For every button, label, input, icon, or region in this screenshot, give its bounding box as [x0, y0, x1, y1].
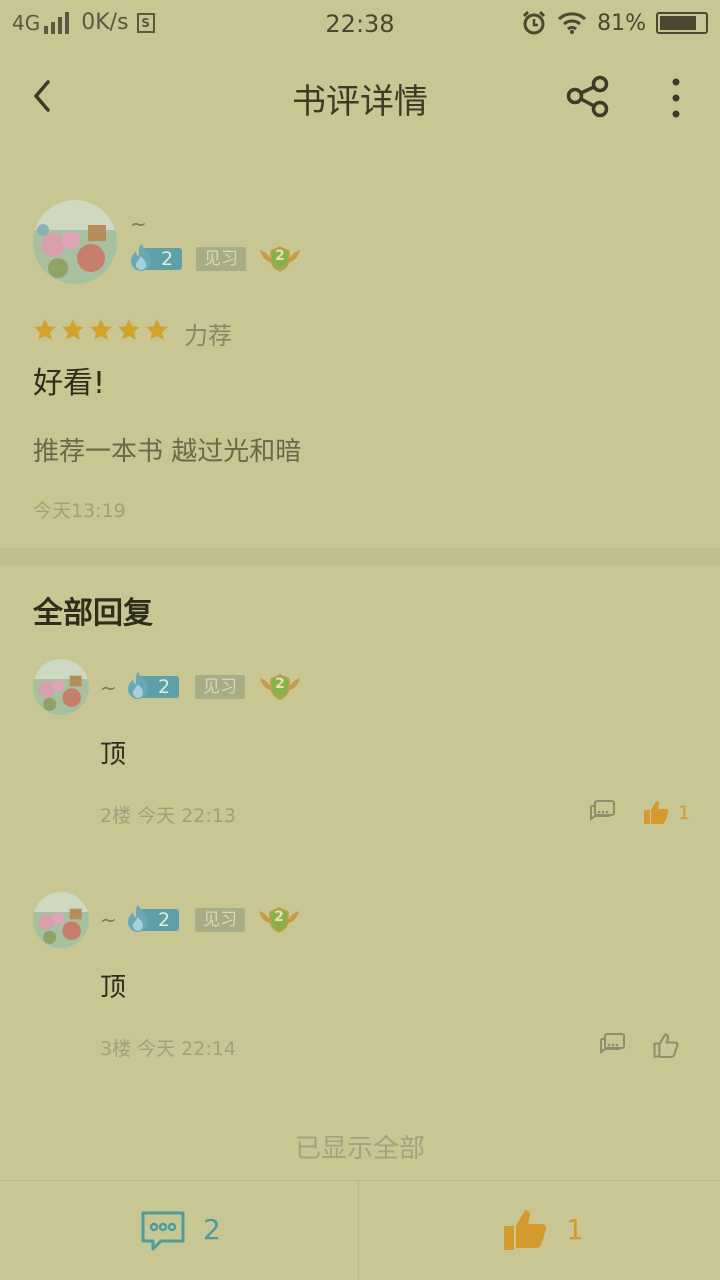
end-of-list-text: 已显示全部	[294, 1134, 425, 1164]
comment-action-button[interactable]: 2	[0, 1181, 359, 1280]
comment-count: 2	[203, 1213, 221, 1246]
medal-badge: 2	[258, 672, 302, 706]
replies-section-title: 全部回复	[33, 596, 153, 631]
comment-icon	[600, 1033, 625, 1054]
star-icon	[34, 319, 56, 340]
like-count: 1	[566, 1213, 584, 1246]
battery-icon	[656, 12, 708, 34]
avatar-image	[33, 659, 89, 715]
more-vertical-icon	[672, 78, 680, 118]
reply-meta: 3楼 今天 22:14	[100, 1038, 236, 1060]
share-icon	[566, 75, 609, 118]
review-body: 推荐一本书 越过光和暗	[33, 437, 302, 467]
reply-like-button[interactable]	[642, 798, 670, 830]
reply-comment-button[interactable]	[588, 798, 616, 830]
comment-icon	[590, 800, 615, 821]
reply-nickname[interactable]: ~	[100, 908, 117, 932]
rating-label: 力荐	[184, 322, 232, 350]
medal-badge: 2	[257, 905, 301, 939]
medal-badge: 2	[258, 244, 302, 278]
medal-level: 2	[274, 909, 284, 925]
fire-level-badge: 2	[125, 905, 181, 933]
avatar-image	[33, 200, 117, 284]
page-title: 书评详情	[292, 82, 428, 122]
star-rating	[33, 318, 169, 342]
reply-like-button[interactable]	[652, 1031, 680, 1063]
alarm-icon	[523, 10, 546, 35]
level-tag: 见习	[196, 247, 246, 271]
wifi-icon	[558, 12, 587, 34]
reply-meta: 2楼 今天 22:13	[100, 805, 236, 827]
user-nickname[interactable]: ~	[130, 212, 147, 236]
star-icon	[90, 319, 112, 340]
review-time: 今天13:19	[33, 500, 126, 522]
fire-level-badge: 2	[125, 672, 181, 700]
thumbs-up-icon	[653, 1033, 679, 1058]
medal-level: 2	[275, 248, 285, 264]
star-icon	[62, 319, 84, 340]
section-divider	[0, 548, 720, 566]
flame-icon	[128, 905, 148, 932]
level-tag: 见习	[195, 908, 245, 932]
review-title: 好看!	[33, 366, 106, 401]
thumbs-up-icon	[504, 1210, 547, 1250]
status-right: 81%	[521, 10, 708, 36]
battery-percent: 81%	[597, 10, 646, 36]
reply-avatar[interactable]	[33, 892, 89, 948]
level-tag: 见习	[195, 675, 245, 699]
reply-nickname[interactable]: ~	[100, 676, 117, 700]
avatar-image	[33, 892, 89, 948]
status-bar: 4G 0K/s S 22:38 81%	[0, 0, 720, 50]
medal-level: 2	[275, 676, 285, 692]
chat-bubble-icon	[141, 1211, 185, 1251]
thumbs-up-icon	[644, 801, 669, 824]
reply-comment-button[interactable]	[598, 1031, 626, 1063]
star-icon	[146, 319, 168, 340]
flame-icon	[131, 244, 151, 271]
reply-text: 顶	[100, 740, 127, 770]
more-button[interactable]	[652, 74, 700, 122]
avatar[interactable]	[33, 200, 117, 284]
bottom-action-bar: 2 1	[0, 1180, 720, 1280]
like-action-button[interactable]: 1	[360, 1181, 719, 1280]
star-icon	[118, 319, 140, 340]
flame-icon	[128, 672, 148, 699]
reply-avatar[interactable]	[33, 659, 89, 715]
reply-text: 顶	[100, 973, 127, 1003]
fire-level-badge: 2	[128, 244, 184, 272]
share-button[interactable]	[564, 74, 612, 122]
reply-like-count: 1	[678, 802, 691, 824]
battery-fill	[660, 16, 696, 30]
app-header: 书评详情	[0, 50, 720, 142]
